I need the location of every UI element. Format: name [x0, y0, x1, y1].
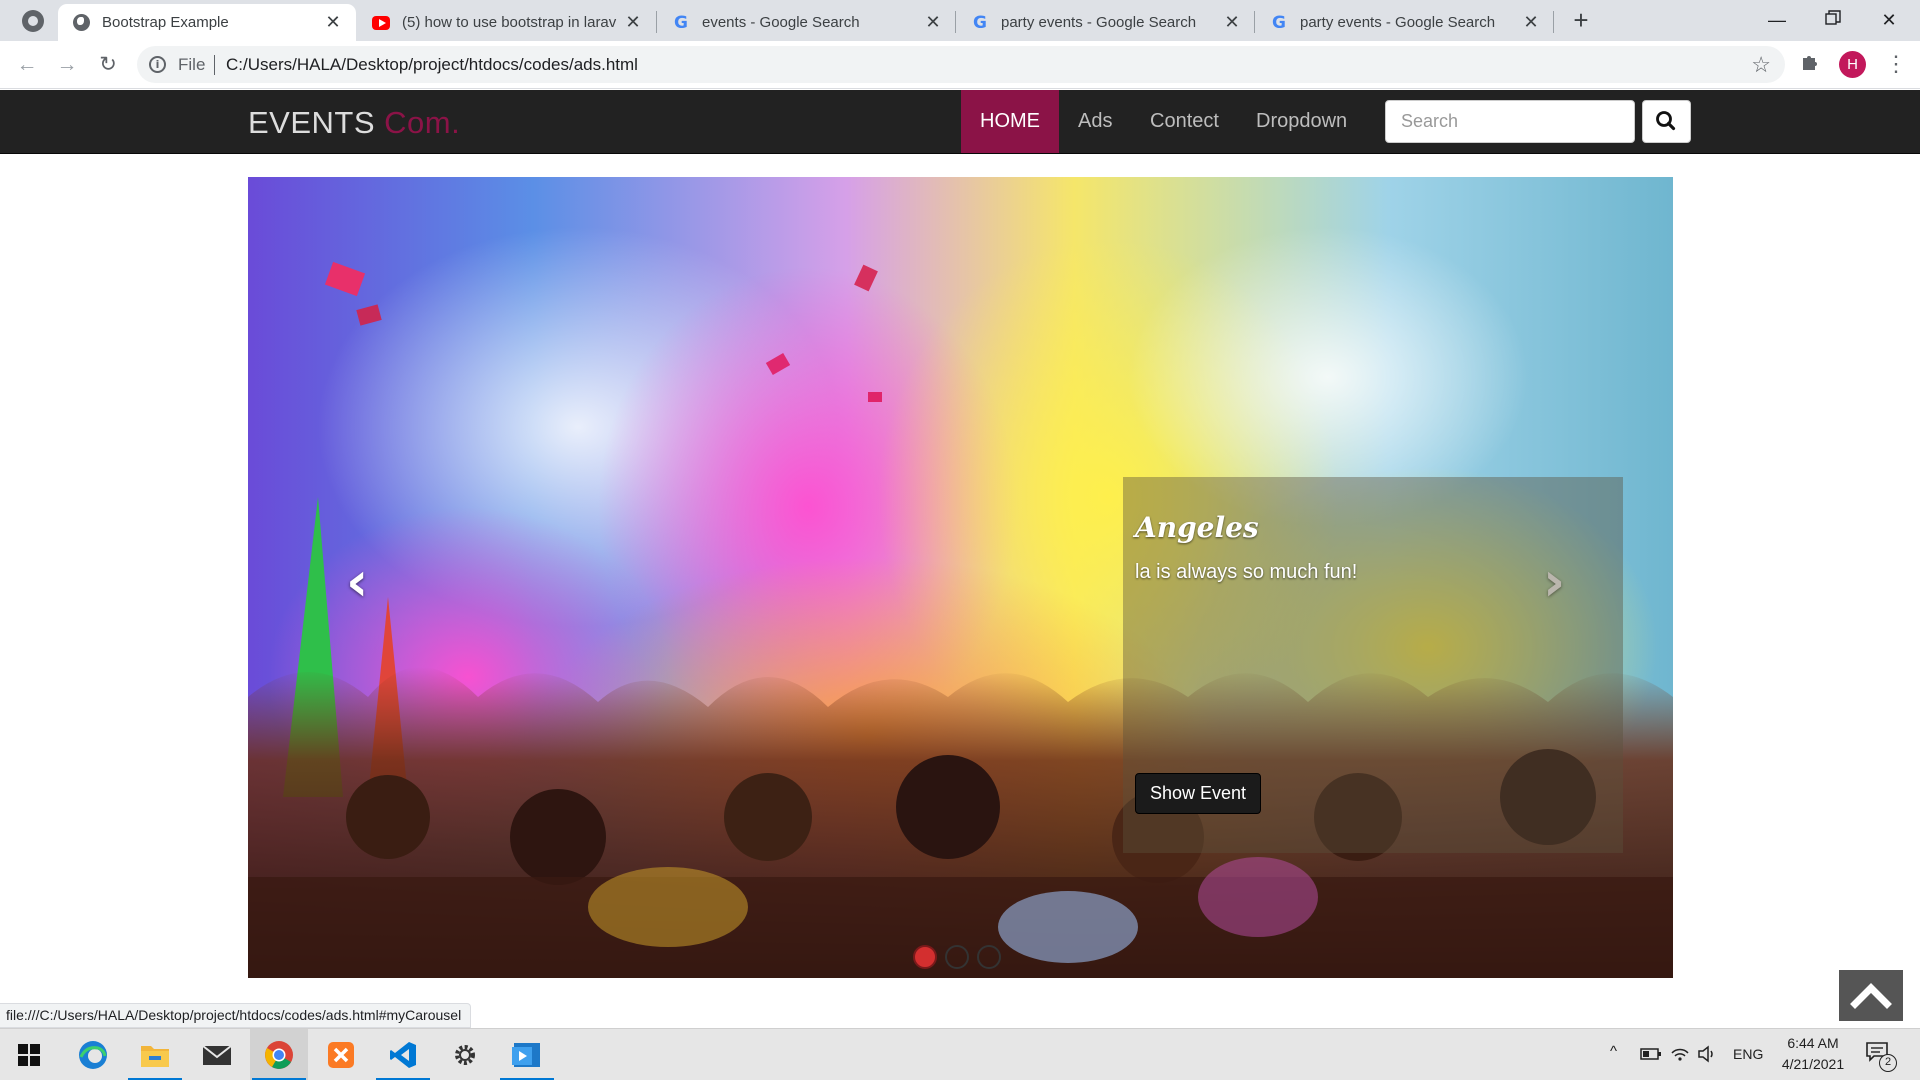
caption-title: Angeles [1135, 511, 1259, 544]
volume-icon[interactable] [1697, 1045, 1717, 1068]
media-player-icon[interactable] [498, 1029, 556, 1080]
tab-title: party events - Google Search [1001, 14, 1197, 31]
close-tab-icon[interactable]: ✕ [924, 12, 942, 33]
brand-logo[interactable]: EVENTS Com. [248, 105, 460, 141]
carousel-indicator-3[interactable] [977, 945, 1001, 969]
clock-date[interactable]: 4/21/2021 [1777, 1056, 1849, 1072]
scroll-to-top-button[interactable] [1839, 970, 1903, 1021]
carousel-prev-icon[interactable]: ‹ [346, 550, 368, 613]
carousel-indicator-2[interactable] [945, 945, 969, 969]
brand-name: EVENTS [248, 105, 376, 140]
url-text[interactable]: C:/Users/HALA/Desktop/project/htdocs/cod… [226, 55, 638, 75]
extensions-puzzle-icon[interactable] [1800, 52, 1820, 78]
link-status-bubble: file:///C:/Users/HALA/Desktop/project/ht… [0, 1003, 472, 1028]
site-navbar: EVENTS Com. HOME Ads Contect Dropdown [0, 90, 1920, 154]
youtube-icon [372, 14, 390, 32]
vscode-icon[interactable] [374, 1029, 432, 1080]
tab-separator [955, 11, 956, 33]
carousel-caption: Angeles la is always so much fun! Show E… [1123, 477, 1623, 853]
browser-menu-icon[interactable]: ⋮ [1885, 50, 1907, 78]
tab-events-search[interactable]: G events - Google Search ✕ [658, 4, 956, 41]
google-icon: G [674, 12, 688, 33]
new-tab-icon[interactable]: + [1567, 6, 1595, 34]
tab-party-events-search-2[interactable]: G party events - Google Search ✕ [1256, 4, 1554, 41]
close-tab-icon[interactable]: ✕ [624, 12, 642, 33]
search-icon [1656, 111, 1676, 131]
forward-icon[interactable]: → [53, 52, 81, 80]
input-language[interactable]: ENG [1733, 1046, 1763, 1062]
windows-start-icon[interactable] [0, 1029, 58, 1080]
carousel-indicator-1[interactable] [913, 945, 937, 969]
address-bar[interactable]: i File C:/Users/HALA/Desktop/project/htd… [137, 46, 1785, 83]
chrome-tab-search-icon[interactable] [22, 10, 44, 32]
tab-title: events - Google Search [702, 14, 860, 31]
tab-separator [1254, 11, 1255, 33]
tab-title: (5) how to use bootstrap in larav [402, 14, 617, 31]
chevron-up-icon [1850, 983, 1892, 1009]
close-tab-icon[interactable]: ✕ [1522, 12, 1540, 33]
tab-separator [1553, 11, 1554, 33]
tab-youtube[interactable]: (5) how to use bootstrap in larav ✕ [358, 4, 656, 41]
omnibox-divider [214, 55, 215, 75]
google-icon: G [1272, 12, 1286, 33]
tab-separator [656, 11, 657, 33]
show-hidden-icons-chevron-up-icon[interactable]: ^ [1610, 1043, 1617, 1060]
restore-icon[interactable] [1810, 4, 1856, 36]
nav-home[interactable]: HOME [961, 90, 1059, 153]
show-event-button[interactable]: Show Event [1135, 773, 1261, 814]
search-input[interactable] [1385, 100, 1635, 143]
chrome-icon[interactable] [250, 1029, 308, 1080]
wifi-icon[interactable] [1670, 1044, 1690, 1067]
close-window-icon[interactable]: ✕ [1866, 4, 1912, 36]
edge-icon[interactable] [64, 1029, 122, 1080]
minimize-icon[interactable]: — [1754, 4, 1800, 36]
tab-party-events-search[interactable]: G party events - Google Search ✕ [957, 4, 1255, 41]
event-carousel: ‹ › Angeles la is always so much fun! Sh… [248, 177, 1673, 978]
file-explorer-icon[interactable] [126, 1029, 184, 1080]
tab-title: party events - Google Search [1300, 14, 1496, 31]
globe-icon [72, 14, 90, 32]
back-icon[interactable]: ← [13, 52, 41, 80]
close-tab-icon[interactable]: ✕ [324, 12, 342, 33]
caption-text: la is always so much fun! [1135, 561, 1358, 583]
site-info-icon[interactable]: i [149, 56, 166, 73]
settings-icon[interactable] [436, 1029, 494, 1080]
profile-avatar[interactable]: H [1839, 51, 1866, 78]
reload-icon[interactable]: ↻ [94, 52, 122, 80]
nav-ads[interactable]: Ads [1059, 90, 1131, 153]
close-tab-icon[interactable]: ✕ [1223, 12, 1241, 33]
mail-icon[interactable] [188, 1029, 246, 1080]
file-scheme-label: File [178, 55, 206, 74]
search-button[interactable] [1642, 100, 1691, 143]
nav-dropdown[interactable]: Dropdown [1237, 90, 1366, 153]
battery-icon[interactable] [1640, 1047, 1662, 1066]
clock-time[interactable]: 6:44 AM [1783, 1035, 1843, 1051]
google-icon: G [973, 12, 987, 33]
browser-tab-strip: Bootstrap Example ✕ (5) how to use boots… [0, 0, 1920, 41]
notification-count-badge: 2 [1879, 1054, 1897, 1072]
browser-toolbar: ← → ↻ i File C:/Users/HALA/Desktop/proje… [0, 41, 1920, 89]
bookmark-star-icon[interactable]: ☆ [1751, 52, 1771, 78]
nav-contect[interactable]: Contect [1131, 90, 1238, 153]
tab-bootstrap-example[interactable]: Bootstrap Example ✕ [58, 4, 356, 41]
webpage: EVENTS Com. HOME Ads Contect Dropdown Se… [0, 90, 1920, 1028]
xampp-icon[interactable] [312, 1029, 370, 1080]
tab-title: Bootstrap Example [102, 14, 229, 31]
brand-accent: Com. [384, 105, 461, 140]
windows-taskbar: ^ ENG 6:44 AM 4/21/2021 2 [0, 1028, 1920, 1080]
